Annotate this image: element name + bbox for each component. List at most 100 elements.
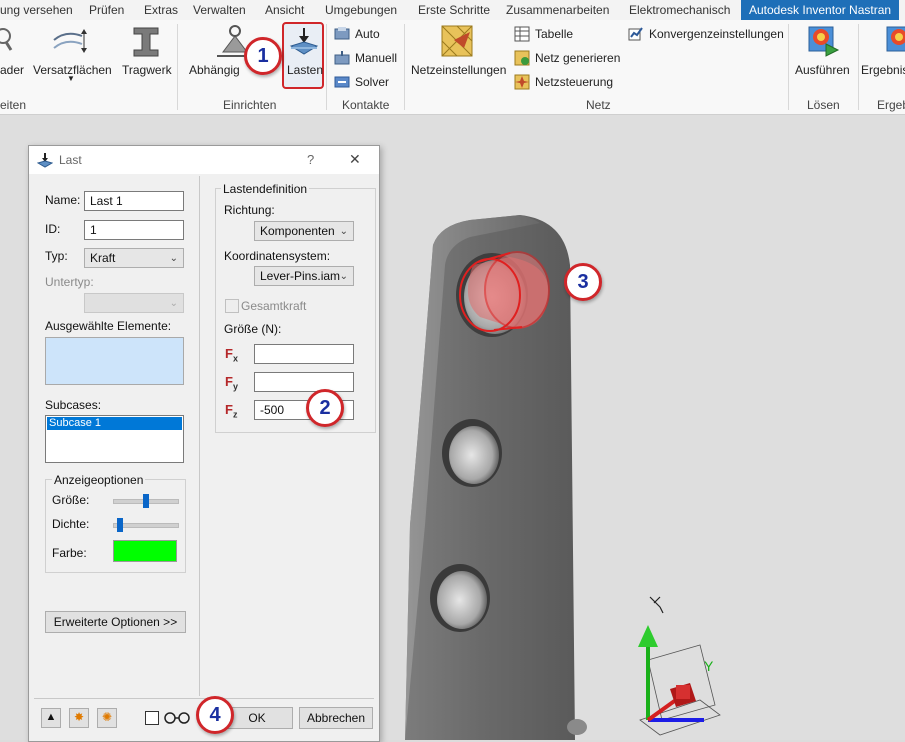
help-button[interactable]: ?: [307, 152, 314, 167]
ausfuehren-label: Ausführen: [795, 63, 850, 77]
ergebnis-label: Ergebnis: [861, 63, 905, 77]
auto-label: Auto: [355, 27, 380, 41]
star-multi-icon: ✺: [101, 710, 113, 724]
callout-4: 4: [196, 696, 234, 734]
tab-extras[interactable]: Extras: [144, 0, 178, 20]
group-label-netz: Netz: [586, 98, 611, 112]
untertyp-select[interactable]: ⌄: [84, 293, 184, 313]
group-label-einrichten: Einrichten: [223, 98, 277, 112]
callout-3: 3: [564, 263, 602, 301]
id-label: ID:: [45, 222, 61, 236]
coordinate-triad: Y: [638, 596, 721, 736]
name-input[interactable]: Last 1: [84, 191, 184, 211]
groesse-slider[interactable]: [113, 494, 179, 508]
koordinatensystem-select[interactable]: Lever-Pins.iam ⌄: [254, 266, 354, 286]
id-input[interactable]: 1: [84, 220, 184, 240]
ader-label: ader: [0, 63, 25, 77]
dialog-titlebar[interactable]: Last ? ✕: [29, 146, 379, 174]
display-options-title: Anzeigeoptionen: [52, 473, 146, 487]
dichte-slider[interactable]: [113, 518, 179, 532]
abhaengig-label: Abhängig: [189, 63, 240, 77]
close-button[interactable]: ✕: [349, 151, 361, 168]
typ-value: Kraft: [90, 251, 116, 265]
solver-icon: [334, 76, 350, 88]
versatz-dropdown-icon[interactable]: ▼: [67, 74, 75, 83]
chevron-down-icon: ⌄: [169, 298, 178, 309]
tab-erste-schritte[interactable]: Erste Schritte: [418, 0, 490, 20]
dialog-load-icon: [37, 153, 53, 168]
fx-input[interactable]: [254, 344, 354, 364]
netzeinstellungen-label: Netzeinstellungen: [411, 63, 507, 77]
richtung-select[interactable]: Komponenten ⌄: [254, 221, 354, 241]
groesse-label: Größe:: [52, 493, 90, 507]
groesse-slider-thumb[interactable]: [143, 494, 149, 508]
callout-1: 1: [244, 37, 282, 75]
ribbon-separator: [177, 24, 178, 110]
list-item[interactable]: Subcase 1: [47, 417, 182, 430]
ribbon-panel: ader Versatzflächen ▼ Tragwerk Abhängig: [0, 20, 905, 115]
fy-label: Fy: [225, 374, 238, 392]
richtung-label: Richtung:: [224, 203, 275, 217]
dichte-label: Dichte:: [52, 517, 90, 531]
netzsteuerung-label: Netzsteuerung: [535, 75, 614, 89]
koordinatensystem-value: Lever-Pins.iam: [260, 269, 341, 283]
richtung-value: Komponenten: [260, 224, 335, 238]
subcases-list[interactable]: Subcase 1: [45, 415, 184, 463]
typ-select[interactable]: Kraft ⌄: [84, 248, 184, 268]
star-multi-button[interactable]: ✺: [97, 708, 117, 728]
ribbon-separator: [788, 24, 789, 110]
farbe-label: Farbe:: [52, 546, 87, 560]
load-definition-title: Lastendefinition: [221, 182, 310, 196]
farbe-color-button[interactable]: [113, 540, 177, 562]
manuell-label: Manuell: [355, 51, 398, 65]
fx-label: Fx: [225, 346, 238, 364]
load-dialog: Last ? ✕ Name: Last 1 ID: 1 Typ: Kraft ⌄…: [28, 145, 380, 742]
fz-label: Fz: [225, 402, 238, 420]
mesh-settings-icon: [441, 25, 473, 57]
manual-contact-icon: [334, 51, 350, 65]
lasten-label: Lasten: [287, 63, 324, 77]
tragwerk-label: Tragwerk: [122, 63, 172, 77]
expand-button[interactable]: ▲: [41, 708, 61, 728]
tab-zusammenarbeiten[interactable]: Zusammenarbeiten: [506, 0, 609, 20]
star-button[interactable]: ✸: [69, 708, 89, 728]
tab-pruefen[interactable]: Prüfen: [89, 0, 124, 20]
tabelle-label: Tabelle: [535, 27, 574, 41]
netz-generieren-label: Netz generieren: [535, 51, 621, 65]
groesse-n-label: Größe (N):: [224, 322, 282, 336]
dialog-title: Last: [59, 153, 82, 167]
tab-umgebungen[interactable]: Umgebungen: [325, 0, 397, 20]
preview-checkbox[interactable]: [145, 711, 159, 725]
auto-contact-icon: [334, 27, 350, 40]
group-label-kontakte: Kontakte: [342, 98, 390, 112]
callout-2: 2: [306, 389, 344, 427]
convergence-icon: [628, 27, 643, 41]
dichte-slider-thumb[interactable]: [117, 518, 123, 532]
koordinatensystem-label: Koordinatensystem:: [224, 249, 331, 263]
beam-icon: [133, 27, 159, 57]
magnifier-icon: [0, 28, 13, 51]
run-icon: [808, 26, 840, 57]
fy-input[interactable]: [254, 372, 354, 392]
group-label-eiten: eiten: [0, 98, 27, 112]
tab-verwalten[interactable]: Verwalten: [193, 0, 246, 20]
tab-elektromechanisch[interactable]: Elektromechanisch: [629, 0, 730, 20]
loads-icon: [289, 28, 319, 55]
tab-ansicht[interactable]: Ansicht: [265, 0, 304, 20]
ribbon-separator: [404, 24, 405, 110]
cancel-button[interactable]: Abbrechen: [299, 707, 373, 729]
lasten-button[interactable]: Lasten: [282, 22, 324, 89]
typ-label: Typ:: [45, 249, 68, 263]
ribbon-tab-bar: ung versehen Prüfen Extras Verwalten Ans…: [0, 0, 905, 21]
mesh-control-icon: [514, 74, 530, 90]
solver-label: Solver: [355, 75, 390, 89]
konvergenz-label: Konvergenzeinstellungen: [649, 27, 784, 41]
tab-autodesk-inventor-nastran[interactable]: Autodesk Inventor Nastran: [741, 0, 900, 20]
advanced-options-button[interactable]: Erweiterte Optionen >>: [45, 611, 186, 633]
glasses-icon: [164, 712, 190, 724]
tab-versehen[interactable]: ung versehen: [0, 0, 73, 20]
selected-elements-list[interactable]: [45, 337, 184, 385]
group-label-ergeb: Ergeb: [877, 98, 905, 112]
selected-elements-label: Ausgewählte Elemente:: [45, 319, 172, 333]
gesamtkraft-checkbox[interactable]: [225, 299, 239, 313]
